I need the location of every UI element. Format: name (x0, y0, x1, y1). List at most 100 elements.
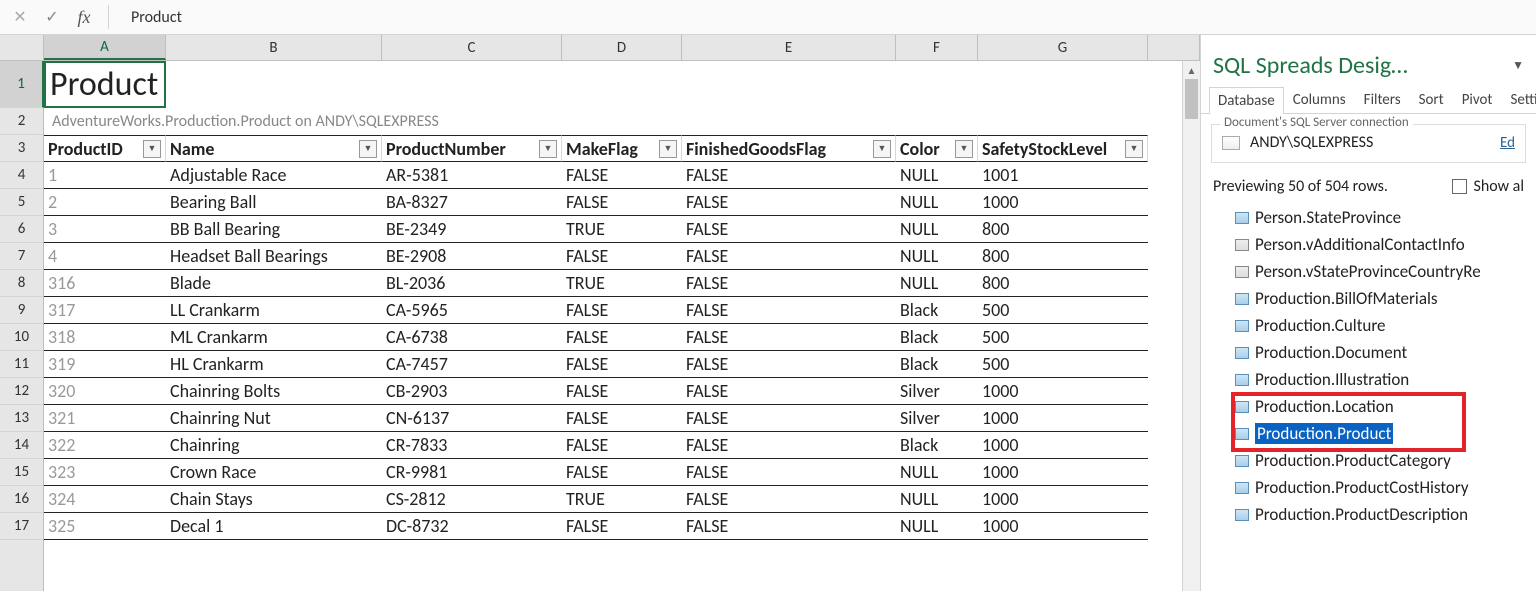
cell-productnumber[interactable]: CA-7457 (382, 351, 562, 378)
cell-name[interactable]: HL Crankarm (166, 351, 382, 378)
cell-color[interactable]: NULL (896, 513, 978, 540)
cell-productid[interactable]: 318 (44, 324, 166, 351)
filter-icon[interactable]: ▼ (873, 140, 891, 158)
cell-safetystocklevel[interactable]: 800 (978, 216, 1148, 243)
cell-color[interactable]: Black (896, 297, 978, 324)
cell-color[interactable]: NULL (896, 162, 978, 189)
tab-setti[interactable]: Setti (1501, 86, 1536, 113)
header-ProductNumber[interactable]: ProductNumber▼ (382, 135, 562, 162)
cell-name[interactable]: Bearing Ball (166, 189, 382, 216)
cell-finishedgoodsflag[interactable]: FALSE (682, 513, 896, 540)
row-header-17[interactable]: 17 (0, 513, 43, 540)
cell-productnumber[interactable]: CR-9981 (382, 459, 562, 486)
cell-productnumber[interactable]: CN-6137 (382, 405, 562, 432)
tree-item[interactable]: Production.Document (1235, 339, 1532, 366)
scroll-up-icon[interactable]: ▲ (1183, 61, 1200, 79)
cell-makeflag[interactable]: FALSE (562, 432, 682, 459)
cell-productnumber[interactable]: AR-5381 (382, 162, 562, 189)
header-Name[interactable]: Name▼ (166, 135, 382, 162)
fx-icon[interactable]: fx (72, 5, 96, 29)
tree-item[interactable]: Person.StateProvince (1235, 204, 1532, 231)
tree-item[interactable]: Production.Illustration (1235, 366, 1532, 393)
header-MakeFlag[interactable]: MakeFlag▼ (562, 135, 682, 162)
tree-item[interactable]: Production.BillOfMaterials (1235, 285, 1532, 312)
cell-name[interactable]: ML Crankarm (166, 324, 382, 351)
cell-safetystocklevel[interactable]: 500 (978, 324, 1148, 351)
cell-productid[interactable]: 324 (44, 486, 166, 513)
table-row[interactable]: 318ML CrankarmCA-6738FALSEFALSEBlack500 (44, 324, 1182, 351)
panel-dropdown-icon[interactable]: ▼ (1512, 58, 1524, 73)
select-all-corner[interactable] (0, 35, 44, 60)
row-header-4[interactable]: 4 (0, 162, 43, 189)
col-header-B[interactable]: B (166, 35, 382, 60)
cell-color[interactable]: NULL (896, 216, 978, 243)
cell-color[interactable]: Black (896, 351, 978, 378)
cell-name[interactable]: LL Crankarm (166, 297, 382, 324)
cell-safetystocklevel[interactable]: 1000 (978, 189, 1148, 216)
filter-icon[interactable]: ▼ (955, 140, 973, 158)
cell-safetystocklevel[interactable]: 1000 (978, 486, 1148, 513)
cell-safetystocklevel[interactable]: 800 (978, 270, 1148, 297)
row-header-15[interactable]: 15 (0, 459, 43, 486)
cell-finishedgoodsflag[interactable]: FALSE (682, 378, 896, 405)
tree-item[interactable]: Person.vStateProvinceCountryRe (1235, 258, 1532, 285)
cell-makeflag[interactable]: FALSE (562, 459, 682, 486)
cell-productnumber[interactable]: BE-2349 (382, 216, 562, 243)
filter-icon[interactable]: ▼ (659, 140, 677, 158)
table-row[interactable]: 323Crown RaceCR-9981FALSEFALSENULL1000 (44, 459, 1182, 486)
row-header-2[interactable]: 2 (0, 108, 43, 135)
col-header-D[interactable]: D (562, 35, 682, 60)
col-header-A[interactable]: A (44, 35, 166, 60)
filter-icon[interactable]: ▼ (143, 140, 161, 158)
cell-productid[interactable]: 319 (44, 351, 166, 378)
tree-item[interactable]: Production.ProductCostHistory (1235, 474, 1532, 501)
header-Color[interactable]: Color▼ (896, 135, 978, 162)
cell-makeflag[interactable]: TRUE (562, 216, 682, 243)
table-row[interactable]: 1Adjustable RaceAR-5381FALSEFALSENULL100… (44, 162, 1182, 189)
cell-productid[interactable]: 316 (44, 270, 166, 297)
col-header-E[interactable]: E (682, 35, 896, 60)
cancel-icon[interactable]: ✕ (8, 5, 32, 29)
table-row[interactable]: 3BB Ball BearingBE-2349TRUEFALSENULL800 (44, 216, 1182, 243)
cell-color[interactable]: Silver (896, 405, 978, 432)
cell-color[interactable]: Black (896, 324, 978, 351)
title-cell[interactable]: Product (44, 61, 166, 108)
cell-color[interactable]: Silver (896, 378, 978, 405)
cell-name[interactable]: Adjustable Race (166, 162, 382, 189)
table-row[interactable]: 324Chain StaysCS-2812TRUEFALSENULL1000 (44, 486, 1182, 513)
row-header-13[interactable]: 13 (0, 405, 43, 432)
cell-name[interactable]: Chainring Bolts (166, 378, 382, 405)
tree-item[interactable]: Production.Location (1235, 393, 1532, 420)
tab-sort[interactable]: Sort (1410, 86, 1453, 113)
cell-productid[interactable]: 321 (44, 405, 166, 432)
cells-area[interactable]: ProductAdventureWorks.Production.Product… (44, 61, 1182, 591)
cell-name[interactable]: Chainring Nut (166, 405, 382, 432)
cell-productid[interactable]: 320 (44, 378, 166, 405)
cell-name[interactable]: Chainring (166, 432, 382, 459)
tree-item[interactable]: Production.Product (1235, 420, 1532, 447)
cell-finishedgoodsflag[interactable]: FALSE (682, 351, 896, 378)
table-row[interactable]: 4Headset Ball BearingsBE-2908FALSEFALSEN… (44, 243, 1182, 270)
col-header-F[interactable]: F (896, 35, 978, 60)
cell-finishedgoodsflag[interactable]: FALSE (682, 216, 896, 243)
cell-finishedgoodsflag[interactable]: FALSE (682, 243, 896, 270)
table-row[interactable]: 2Bearing BallBA-8327FALSEFALSENULL1000 (44, 189, 1182, 216)
cell-makeflag[interactable]: FALSE (562, 351, 682, 378)
cell-safetystocklevel[interactable]: 800 (978, 243, 1148, 270)
cell-makeflag[interactable]: FALSE (562, 189, 682, 216)
cell-makeflag[interactable]: FALSE (562, 405, 682, 432)
row-header-5[interactable]: 5 (0, 189, 43, 216)
subtitle-cell[interactable]: AdventureWorks.Production.Product on AND… (44, 108, 1182, 135)
cell-productnumber[interactable]: BL-2036 (382, 270, 562, 297)
cell-safetystocklevel[interactable]: 500 (978, 297, 1148, 324)
row-header-8[interactable]: 8 (0, 270, 43, 297)
cell-name[interactable]: Headset Ball Bearings (166, 243, 382, 270)
tab-filters[interactable]: Filters (1355, 86, 1410, 113)
cell-safetystocklevel[interactable]: 1000 (978, 405, 1148, 432)
cell-color[interactable]: NULL (896, 243, 978, 270)
cell-color[interactable]: Black (896, 432, 978, 459)
tree-item[interactable]: Production.ProductDescription (1235, 501, 1532, 528)
cell-color[interactable]: NULL (896, 486, 978, 513)
table-row[interactable]: 322ChainringCR-7833FALSEFALSEBlack1000 (44, 432, 1182, 459)
cell-safetystocklevel[interactable]: 1000 (978, 432, 1148, 459)
